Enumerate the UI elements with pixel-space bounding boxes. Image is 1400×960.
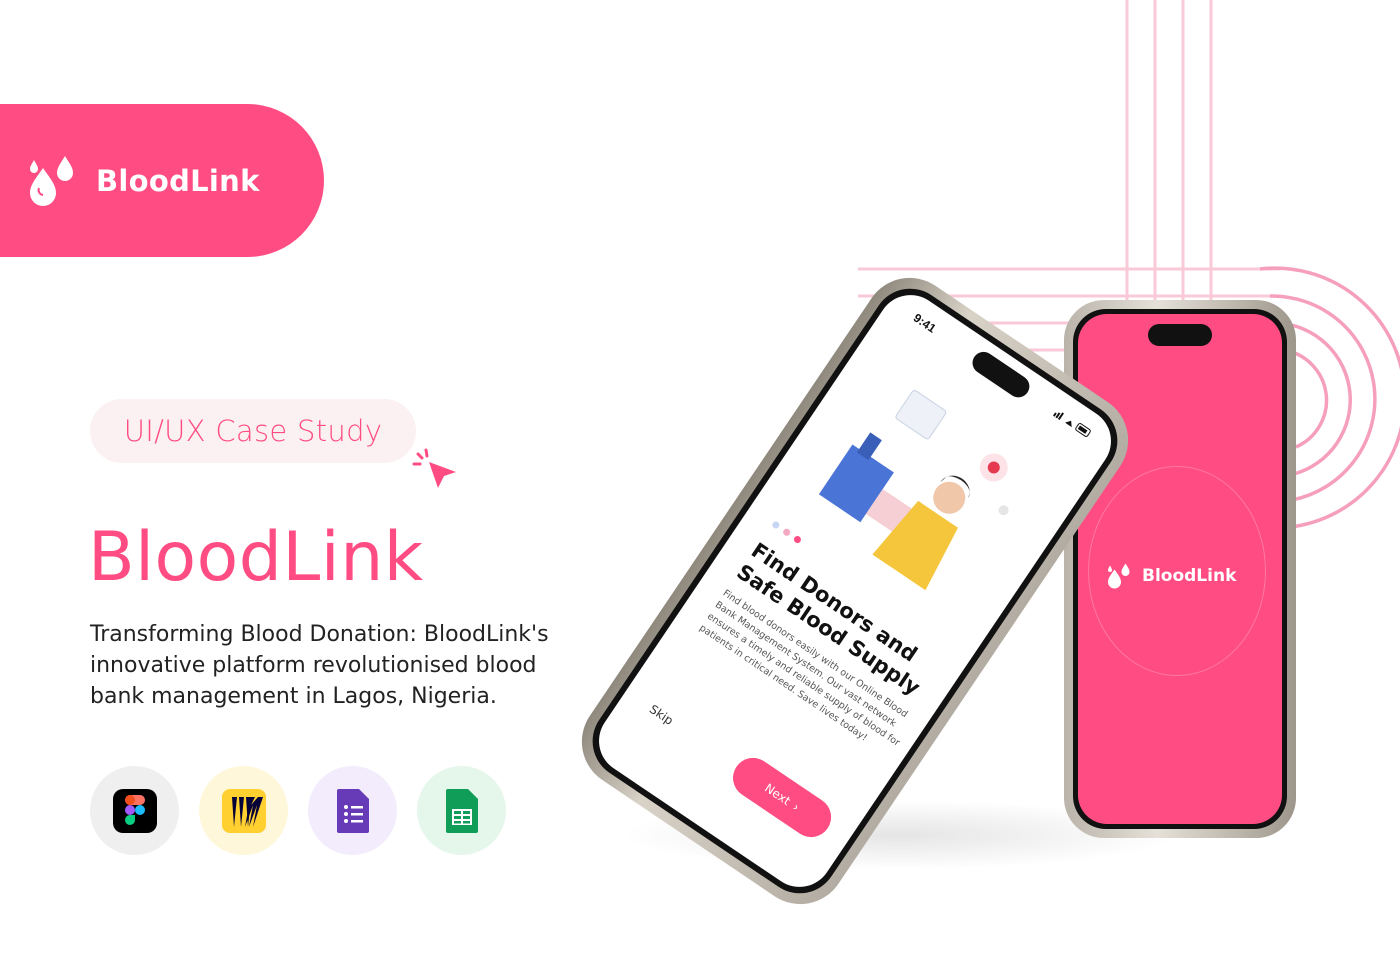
tool-google-sheets xyxy=(417,766,506,855)
splash-logo: BloodLink xyxy=(1106,562,1236,590)
donor-illustration xyxy=(818,390,1009,591)
brand-header: BloodLink xyxy=(0,104,324,257)
case-study-tag: UI/UX Case Study xyxy=(90,399,416,463)
figma-icon xyxy=(112,788,157,833)
next-button[interactable]: Next › xyxy=(725,750,839,845)
tool-miro xyxy=(199,766,288,855)
brand-name: BloodLink xyxy=(96,163,260,198)
carousel-dot xyxy=(792,534,803,545)
phone-splash-mockup: BloodLink xyxy=(1064,300,1296,838)
carousel-dot xyxy=(771,520,781,530)
tool-figma xyxy=(90,766,179,855)
tools-list xyxy=(90,766,506,855)
google-forms-icon xyxy=(336,788,369,833)
project-description: Transforming Blood Donation: BloodLink's… xyxy=(90,622,549,709)
google-sheets-icon xyxy=(445,788,478,833)
miro-icon xyxy=(221,788,266,833)
status-time: 9:41 xyxy=(910,310,939,336)
blood-drops-icon xyxy=(30,155,73,206)
tool-google-forms xyxy=(308,766,397,855)
chevron-right-icon: › xyxy=(790,799,803,815)
splash-screen: BloodLink xyxy=(1078,314,1282,824)
cursor-click-icon xyxy=(412,448,456,488)
carousel-dot xyxy=(781,527,792,538)
phone-bezel: BloodLink xyxy=(1073,309,1287,829)
splash-app-name: BloodLink xyxy=(1142,566,1237,586)
skip-button[interactable]: Skip xyxy=(647,702,676,728)
dynamic-island xyxy=(1148,324,1212,346)
status-icons xyxy=(1052,412,1091,437)
dynamic-island xyxy=(968,347,1034,402)
page-title: BloodLink xyxy=(88,518,424,597)
blood-drops-icon xyxy=(1108,563,1130,589)
next-label: Next xyxy=(762,780,794,809)
case-study-label: UI/UX Case Study xyxy=(123,414,383,448)
carousel-dots xyxy=(771,520,803,545)
